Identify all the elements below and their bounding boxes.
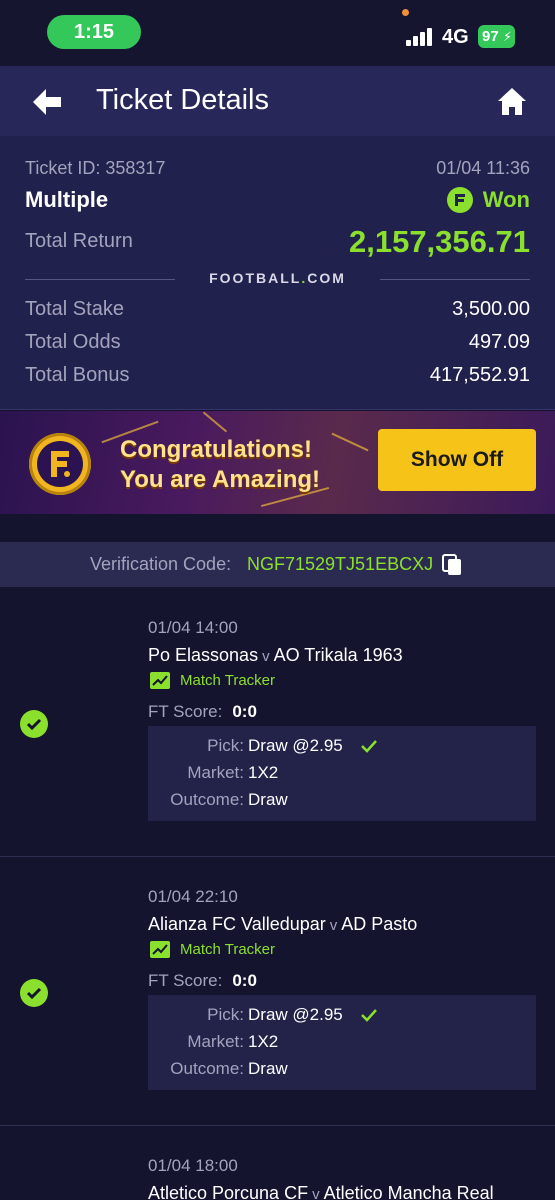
home-icon <box>498 88 526 115</box>
status-bar: 1:15 4G 97 ⚡ <box>0 0 555 66</box>
copy-icon[interactable] <box>441 553 463 577</box>
outcome-value: Draw <box>248 1059 288 1078</box>
match-teams: Alianza FC Valledupar v AD Pasto <box>148 914 417 935</box>
match-tracker-label: Match Tracker <box>180 941 276 958</box>
total-return-label: Total Return <box>25 230 133 252</box>
congrats-line1: Congratulations! <box>120 436 312 463</box>
stat-label: Total Odds <box>25 331 121 353</box>
network-label: 4G <box>442 26 469 48</box>
back-button[interactable] <box>24 80 68 124</box>
ft-score-value: 0:0 <box>232 702 257 721</box>
check-icon <box>361 1009 377 1022</box>
home-team: Po Elassonas <box>148 645 259 665</box>
won-check-icon <box>20 710 48 738</box>
pick-value: Draw @2.95 <box>248 736 343 755</box>
away-team: Atletico Mancha Real <box>323 1183 494 1200</box>
stat-label: Total Stake <box>25 298 124 320</box>
pick-value: Draw @2.95 <box>248 1005 343 1024</box>
verification-label: Verification Code: <box>90 554 232 574</box>
verification-row: Verification Code: NGF71529TJ51EBCXJ <box>0 542 555 587</box>
match-date: 01/04 14:00 <box>148 618 238 637</box>
selection-item: 01/04 22:10 Alianza FC Valledupar v AD Pas… <box>0 857 555 1126</box>
bet-type-row: Multiple Won <box>25 187 530 213</box>
congrats-banner: Congratulations! You are Amazing! Show O… <box>0 411 555 514</box>
chart-icon <box>150 941 170 958</box>
match-teams: Po Elassonas v AO Trikala 1963 <box>148 645 403 666</box>
outcome-label: Outcome: <box>170 790 244 809</box>
match-tracker-label: Match Tracker <box>180 672 276 689</box>
pick-details: Pick: Draw @2.95 Market: 1X2 Outcome: Dr… <box>148 995 536 1090</box>
ticket-id-row: Ticket ID: 358317 01/04 11:36 <box>25 158 530 179</box>
battery-level: 97 <box>482 28 499 45</box>
pick-label: Pick: <box>207 736 244 755</box>
away-team: AO Trikala 1963 <box>273 645 403 665</box>
market-value: 1X2 <box>248 1032 279 1051</box>
match-teams: Atletico Porcuna CF v Atletico Mancha Real <box>148 1183 494 1200</box>
ft-score-label: FT Score: <box>148 971 223 990</box>
total-return-value: 2,157,356.71 <box>348 224 530 259</box>
bet-type: Multiple <box>25 187 109 212</box>
app-header: Ticket Details <box>0 66 555 136</box>
home-team: Alianza FC Valledupar <box>148 914 326 934</box>
status-badge: Won <box>446 187 530 213</box>
selection-item: 01/04 14:00 Po Elassonas v AO Trikala 1963… <box>0 588 555 857</box>
ft-score-value: 0:0 <box>232 971 257 990</box>
away-team: AD Pasto <box>341 914 418 934</box>
pick-label: Pick: <box>207 1005 244 1024</box>
camera-indicator-icon <box>402 9 409 16</box>
stat-value: 3,500.00 <box>452 298 530 320</box>
ft-score-label: FT Score: <box>148 702 223 721</box>
ticket-id: Ticket ID: 358317 <box>25 158 166 178</box>
match-tracker-link[interactable]: Match Tracker <box>150 941 275 958</box>
home-team: Atletico Porcuna CF <box>148 1183 309 1200</box>
brand-coin-icon <box>29 433 91 495</box>
home-button[interactable] <box>490 80 534 124</box>
total-stake-row: Total Stake 3,500.00 <box>25 298 530 324</box>
congrats-line2: You are Amazing! <box>120 466 321 493</box>
ft-score: FT Score: 0:0 <box>148 702 257 722</box>
won-check-icon <box>20 979 48 1007</box>
page-title: Ticket Details <box>96 84 269 116</box>
total-bonus-row: Total Bonus 417,552.91 <box>25 364 530 390</box>
stat-label: Total Bonus <box>25 364 130 386</box>
status-time: 1:15 <box>47 15 141 49</box>
stat-value: 417,552.91 <box>429 364 530 386</box>
chart-icon <box>150 672 170 689</box>
outcome-label: Outcome: <box>170 1059 244 1078</box>
ticket-summary: Ticket ID: 358317 01/04 11:36 Multiple W… <box>0 136 555 410</box>
selection-item: 01/04 18:00 Atletico Porcuna CF v Atletico… <box>0 1126 555 1200</box>
check-icon <box>361 740 377 753</box>
signal-icon <box>406 28 434 46</box>
versus-label: v <box>312 1186 320 1200</box>
charging-icon: ⚡ <box>502 29 512 44</box>
versus-label: v <box>262 648 270 665</box>
verification-code[interactable]: NGF71529TJ51EBCXJ <box>247 554 433 575</box>
ticket-datetime: 01/04 11:36 <box>436 158 530 178</box>
stat-value: 497.09 <box>468 331 530 353</box>
congrats-text: Congratulations! You are Amazing! <box>120 435 320 495</box>
match-date: 01/04 18:00 <box>148 1156 238 1175</box>
market-label: Market: <box>187 1032 244 1051</box>
match-tracker-link[interactable]: Match Tracker <box>150 672 275 689</box>
outcome-value: Draw <box>248 790 288 809</box>
status-label: Won <box>482 187 530 212</box>
brand-divider: FOOTBALL.COM <box>25 270 530 290</box>
versus-label: v <box>329 917 338 934</box>
pick-details: Pick: Draw @2.95 Market: 1X2 Outcome: Dr… <box>148 726 536 821</box>
brand-logo: FOOTBALL.COM <box>209 270 346 286</box>
battery-icon: 97 ⚡ <box>478 25 515 48</box>
match-date: 01/04 22:10 <box>148 887 238 906</box>
market-label: Market: <box>187 763 244 782</box>
ft-score: FT Score: 0:0 <box>148 971 257 991</box>
show-off-button[interactable]: Show Off <box>378 429 536 491</box>
total-odds-row: Total Odds 497.09 <box>25 331 530 357</box>
won-icon <box>446 187 473 213</box>
back-arrow-icon <box>33 89 61 115</box>
market-value: 1X2 <box>248 763 279 782</box>
